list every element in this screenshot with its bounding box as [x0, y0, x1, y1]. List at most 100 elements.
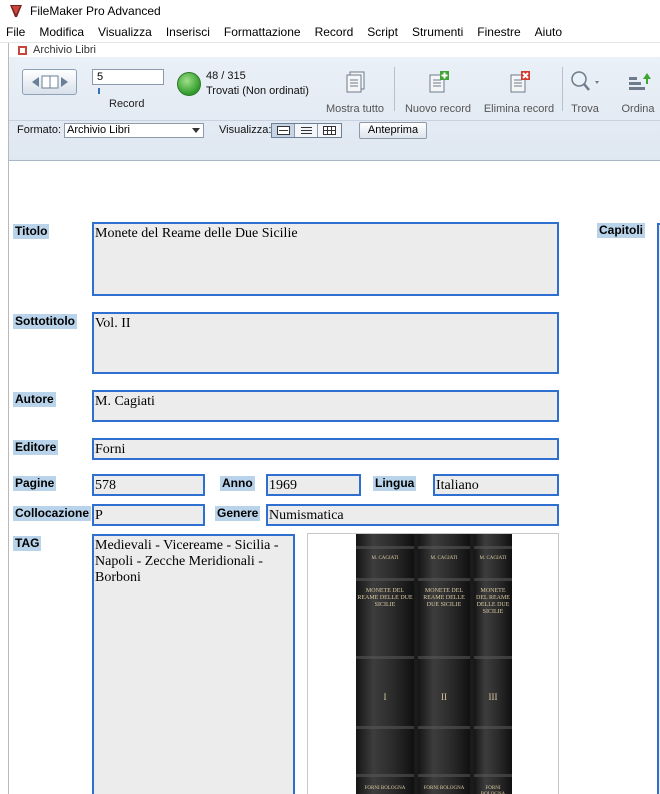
view-mode-toggle — [271, 123, 342, 138]
spine-band — [418, 656, 470, 659]
spine-publisher: FORNI BOLOGNA — [423, 786, 465, 791]
menu-inserisci[interactable]: Inserisci — [159, 25, 217, 39]
view-label: Visualizza: — [219, 124, 272, 136]
spine-band — [474, 656, 512, 659]
document-title-bar: Archivio Libri — [9, 43, 96, 57]
sort-button[interactable]: Ordina — [615, 69, 660, 115]
table-view-button[interactable] — [318, 124, 341, 137]
book-spine-1: M. CAGIATI MONETE DEL REAME DELLE DUE SI… — [356, 534, 414, 794]
spine-band — [474, 726, 512, 729]
record-book-icon — [31, 75, 68, 89]
author-field[interactable]: M. Cagiati — [92, 390, 559, 422]
cover-image-field[interactable]: M. CAGIATI MONETE DEL REAME DELLE DUE SI… — [307, 533, 559, 794]
spine-band — [356, 656, 414, 659]
field-label-pages: Pagine — [13, 476, 57, 491]
record-number-input[interactable]: 5 — [92, 69, 164, 85]
language-field[interactable]: Italiano — [433, 474, 559, 496]
found-status: Trovati (Non ordinati) — [206, 85, 309, 97]
delete-record-button[interactable]: Elimina record — [479, 69, 559, 115]
layout-bar: Formato: Archivio Libri Visualizza: Ante… — [9, 120, 660, 140]
form-view-button[interactable] — [272, 124, 295, 137]
toolbar: 5 Record 48 / 315 Trovati (Non ordinati)… — [9, 57, 660, 119]
spine-author: M. CAGIATI — [430, 556, 458, 561]
document-title: Archivio Libri — [33, 44, 96, 56]
sort-label: Ordina — [621, 103, 655, 115]
publisher-field[interactable]: Forni — [92, 438, 559, 460]
subtitle-field[interactable]: Vol. II — [92, 312, 559, 374]
field-label-subtitle: Sottotitolo — [13, 314, 77, 329]
toolbar-separator — [394, 67, 395, 111]
magnifier-icon — [571, 71, 599, 91]
chevron-down-icon — [192, 128, 200, 133]
spine-volume: III — [488, 692, 498, 702]
delete-record-label: Elimina record — [483, 103, 555, 115]
book-spine-2: M. CAGIATI MONETE DEL REAME DELLE DUE SI… — [418, 534, 470, 794]
year-field[interactable]: 1969 — [266, 474, 361, 496]
field-label-tag: TAG — [13, 536, 42, 551]
book-cover-image: M. CAGIATI MONETE DEL REAME DELLE DUE SI… — [356, 534, 512, 794]
spine-volume: II — [441, 692, 447, 702]
menu-script[interactable]: Script — [360, 25, 405, 39]
record-slider-handle[interactable] — [98, 88, 100, 94]
spine-title: MONETE DEL REAME DELLE DUE SICILIE — [476, 588, 510, 615]
pages-field[interactable]: 578 — [92, 474, 205, 496]
record-form: Titolo Monete del Reame delle Due Sicili… — [9, 161, 660, 794]
spine-title: MONETE DEL REAME DELLE DUE SICILIE — [357, 588, 413, 608]
menu-file[interactable]: File — [0, 25, 32, 39]
table-view-icon — [323, 126, 336, 135]
spine-band — [418, 578, 470, 581]
found-set-pie-icon[interactable] — [177, 72, 201, 96]
spine-author: M. CAGIATI — [371, 556, 399, 561]
title-field[interactable]: Monete del Reame delle Due Sicilie — [92, 222, 559, 296]
tag-field[interactable]: Medievali - Vicereame - Sicilia - Napoli… — [92, 534, 295, 794]
show-all-button[interactable]: Mostra tutto — [321, 69, 389, 115]
app-title: FileMaker Pro Advanced — [30, 4, 161, 18]
list-view-icon — [300, 127, 312, 134]
field-label-genre: Genere — [215, 506, 261, 521]
preview-button[interactable]: Anteprima — [359, 122, 427, 139]
spine-band — [418, 726, 470, 729]
record-slider[interactable] — [92, 88, 164, 94]
field-label-publisher: Editore — [13, 440, 59, 455]
field-label-chapters: Capitoli — [597, 223, 645, 238]
menu-modifica[interactable]: Modifica — [32, 25, 91, 39]
field-label-location: Collocazione — [13, 506, 92, 521]
menu-formattazione[interactable]: Formattazione — [217, 25, 308, 39]
field-label-title: Titolo — [13, 224, 50, 239]
spine-band — [356, 774, 414, 777]
field-label-author: Autore — [13, 392, 56, 407]
spine-volume: I — [383, 692, 387, 702]
spine-band — [418, 546, 470, 549]
field-label-year: Anno — [220, 476, 255, 491]
layout-dropdown-value: Archivio Libri — [67, 124, 130, 136]
spine-publisher: FORNI BOLOGNA — [364, 786, 406, 791]
field-label-language: Lingua — [373, 476, 417, 491]
find-label: Trova — [571, 103, 599, 115]
spine-publisher: FORNI BOLOGNA — [481, 786, 505, 794]
status-toolbar: 5 Record 48 / 315 Trovati (Non ordinati)… — [9, 57, 660, 161]
spine-band — [418, 774, 470, 777]
new-record-icon — [429, 71, 449, 93]
location-field[interactable]: P — [92, 504, 205, 526]
menu-finestre[interactable]: Finestre — [470, 25, 527, 39]
menu-visualizza[interactable]: Visualizza — [91, 25, 159, 39]
layout-dropdown[interactable]: Archivio Libri — [64, 123, 204, 138]
menu-strumenti[interactable]: Strumenti — [405, 25, 470, 39]
toolbar-separator — [562, 67, 563, 111]
spine-band — [474, 546, 512, 549]
list-view-button[interactable] — [295, 124, 318, 137]
form-view-icon — [276, 126, 290, 135]
delete-record-icon — [510, 71, 530, 93]
spine-band — [474, 774, 512, 777]
record-navigation-book[interactable] — [22, 69, 77, 95]
menu-record[interactable]: Record — [308, 25, 361, 39]
menu-aiuto[interactable]: Aiuto — [528, 25, 569, 39]
filemaker-app-icon — [10, 5, 22, 17]
genre-field[interactable]: Numismatica — [266, 504, 559, 526]
sort-icon — [629, 73, 651, 90]
new-record-label: Nuovo record — [404, 103, 472, 115]
new-record-button[interactable]: Nuovo record — [401, 69, 475, 115]
find-button[interactable]: Trova — [567, 69, 603, 115]
document-window: Archivio Libri 5 Record 48 / 315 Trovati… — [8, 43, 660, 794]
spine-band — [356, 726, 414, 729]
